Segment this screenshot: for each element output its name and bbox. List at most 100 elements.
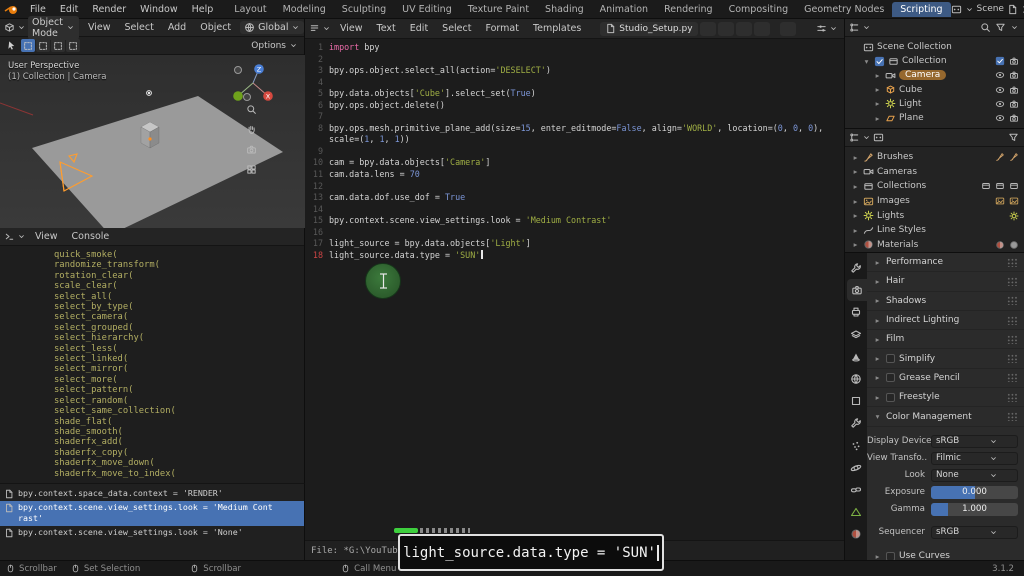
mode-dropdown[interactable]: Object Mode bbox=[28, 16, 79, 40]
expander-icon[interactable]: ▾ bbox=[862, 57, 871, 66]
chevron-down-icon[interactable] bbox=[862, 23, 871, 32]
panel-shadows[interactable]: ▸Shadows bbox=[867, 292, 1024, 311]
autocomplete-item[interactable]: shaderfx_move_down( bbox=[54, 458, 304, 468]
img-icon[interactable] bbox=[995, 196, 1005, 206]
eye-icon[interactable] bbox=[995, 70, 1005, 80]
drag-dots-icon[interactable] bbox=[1007, 373, 1018, 382]
modifiers-tab[interactable] bbox=[845, 412, 867, 434]
code-line[interactable]: 1import bpy bbox=[305, 42, 844, 54]
menu-window[interactable]: Window bbox=[133, 4, 184, 15]
render-tab[interactable] bbox=[847, 279, 867, 301]
particles-tab[interactable] bbox=[845, 435, 867, 457]
cam-icon[interactable] bbox=[1009, 99, 1019, 109]
panel-checkbox[interactable] bbox=[886, 393, 895, 402]
menu-file[interactable]: File bbox=[23, 4, 53, 15]
code-line[interactable]: 9 bbox=[305, 146, 844, 158]
expander-icon[interactable]: ▸ bbox=[851, 211, 860, 220]
menu-add[interactable]: Add bbox=[161, 22, 193, 33]
menu-object[interactable]: Object bbox=[193, 22, 238, 33]
panel-checkbox[interactable] bbox=[886, 373, 895, 382]
object-data-tab[interactable] bbox=[845, 501, 867, 523]
pan-hand-icon[interactable] bbox=[246, 124, 257, 135]
code-line[interactable]: 17light_source = bpy.data.objects['Light… bbox=[305, 238, 844, 250]
blender-logo-icon[interactable] bbox=[4, 4, 19, 15]
autocomplete-item[interactable]: quick_smoke( bbox=[54, 250, 304, 260]
chevron-down-icon[interactable] bbox=[322, 24, 331, 33]
tab-animation[interactable]: Animation bbox=[592, 2, 656, 17]
menu-edit[interactable]: Edit bbox=[53, 4, 85, 15]
material-tab[interactable] bbox=[845, 523, 867, 545]
ortho-grid-icon[interactable] bbox=[246, 164, 257, 175]
select-box-intersect-icon[interactable] bbox=[66, 39, 80, 52]
panel-film[interactable]: ▸Film bbox=[867, 330, 1024, 349]
editor-type-outliner-icon[interactable] bbox=[849, 22, 860, 33]
autocomplete-item[interactable]: shaderfx_copy( bbox=[54, 448, 304, 458]
menu-select[interactable]: Select bbox=[435, 23, 478, 34]
coll-icon[interactable] bbox=[995, 181, 1005, 191]
brush-icon[interactable] bbox=[1009, 152, 1019, 162]
drag-dots-icon[interactable] bbox=[1007, 335, 1018, 344]
drag-dots-icon[interactable] bbox=[1007, 258, 1018, 267]
drag-dots-icon[interactable] bbox=[1007, 277, 1018, 286]
view-layer-tab[interactable] bbox=[845, 324, 867, 346]
orientation-dropdown[interactable]: Global bbox=[240, 21, 304, 34]
panel-use-curves[interactable]: ▸ Use Curves bbox=[867, 547, 1024, 561]
panel-performance[interactable]: ▸Performance bbox=[867, 253, 1024, 272]
tab-texture-paint[interactable]: Texture Paint bbox=[460, 2, 537, 17]
expander-icon[interactable]: ▸ bbox=[851, 240, 860, 249]
outliner-row-scene-collection[interactable]: Scene Collection bbox=[845, 40, 1024, 54]
autocomplete-item[interactable]: select_random( bbox=[54, 396, 304, 406]
autocomplete-item[interactable]: select_hierarchy( bbox=[54, 333, 304, 343]
world-tab[interactable] bbox=[845, 368, 867, 390]
search-icon[interactable] bbox=[980, 22, 991, 33]
panel-grease-pencil[interactable]: ▸Grease Pencil bbox=[867, 369, 1024, 388]
display-mode-icon[interactable] bbox=[873, 132, 884, 143]
cam-icon[interactable] bbox=[1009, 56, 1019, 66]
tab-sculpting[interactable]: Sculpting bbox=[334, 2, 394, 17]
constraints-tab[interactable] bbox=[845, 479, 867, 501]
select-box-subtract-icon[interactable] bbox=[51, 39, 65, 52]
code-line[interactable]: 12 bbox=[305, 181, 844, 193]
autocomplete-item[interactable]: select_less( bbox=[54, 344, 304, 354]
tab-uv-editing[interactable]: UV Editing bbox=[394, 2, 460, 17]
info-log-row[interactable]: bpy.context.space_data.context = 'RENDER… bbox=[0, 487, 304, 501]
editor-settings-icon[interactable] bbox=[816, 23, 827, 34]
autocomplete-item[interactable]: select_linked( bbox=[54, 354, 304, 364]
autocomplete-item[interactable]: select_same_collection( bbox=[54, 406, 304, 416]
gamma-slider[interactable]: 1.000 bbox=[931, 503, 1018, 516]
code-line[interactable]: 6bpy.ops.object.delete() bbox=[305, 100, 844, 112]
code-line[interactable]: 4 bbox=[305, 77, 844, 89]
chevron-down-icon[interactable] bbox=[1010, 22, 1019, 33]
select-box-extend-icon[interactable] bbox=[36, 39, 50, 52]
light-icon[interactable] bbox=[1009, 211, 1019, 221]
tab-geometry-nodes[interactable]: Geometry Nodes bbox=[796, 2, 892, 17]
menu-edit[interactable]: Edit bbox=[403, 23, 435, 34]
outliner-row-images[interactable]: ▸Images bbox=[845, 194, 1024, 209]
look-dropdown[interactable]: None bbox=[931, 469, 1018, 482]
object-tab[interactable] bbox=[845, 390, 867, 412]
code-line[interactable]: 2 bbox=[305, 54, 844, 66]
menu-view[interactable]: View bbox=[28, 231, 65, 242]
coll-icon[interactable] bbox=[981, 181, 991, 191]
tab-compositing[interactable]: Compositing bbox=[721, 2, 797, 17]
brush-icon[interactable] bbox=[995, 152, 1005, 162]
outliner-row-collection[interactable]: ▾Collection bbox=[845, 54, 1024, 68]
autocomplete-item[interactable]: randomize_transform( bbox=[54, 260, 304, 270]
exposure-slider[interactable]: 0.000 bbox=[931, 486, 1018, 499]
select-box-new-icon[interactable] bbox=[21, 39, 35, 52]
code-line[interactable]: 11cam.data.lens = 70 bbox=[305, 169, 844, 181]
register-toggle-icon[interactable] bbox=[718, 22, 734, 36]
expander-icon[interactable]: ▸ bbox=[873, 114, 882, 123]
drag-dots-icon[interactable] bbox=[1007, 296, 1018, 305]
autocomplete-item[interactable]: select_all( bbox=[54, 292, 304, 302]
panel-checkbox[interactable] bbox=[886, 354, 895, 363]
chevron-down-icon[interactable] bbox=[862, 133, 871, 142]
view-transfo-dropdown[interactable]: Filmic bbox=[931, 452, 1018, 465]
code-line[interactable]: 15bpy.context.scene.view_settings.look =… bbox=[305, 215, 844, 227]
scene-selector[interactable]: Scene bbox=[977, 4, 1004, 14]
menu-view[interactable]: View bbox=[333, 23, 370, 34]
autocomplete-item[interactable]: shade_smooth( bbox=[54, 427, 304, 437]
navigation-gizmo[interactable]: Z X bbox=[233, 64, 273, 101]
code-line[interactable]: 7 bbox=[305, 111, 844, 123]
chevron-down-icon[interactable] bbox=[965, 5, 974, 14]
